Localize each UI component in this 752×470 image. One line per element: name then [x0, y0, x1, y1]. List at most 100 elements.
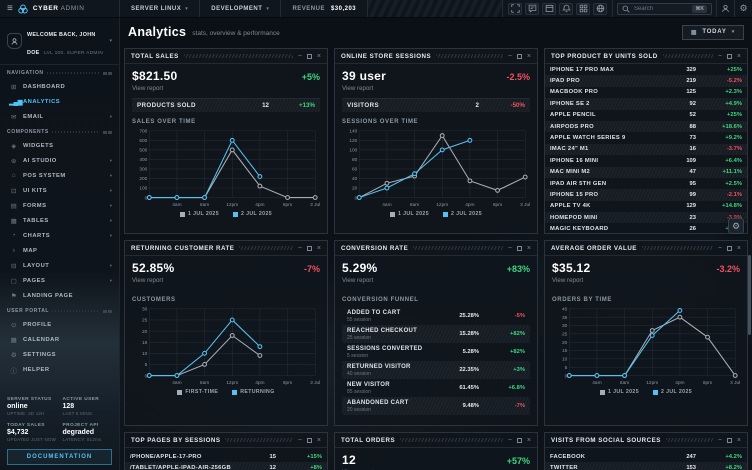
- close-icon[interactable]: ×: [737, 437, 741, 444]
- product-row[interactable]: MAC MINI M2 47 +11.1%: [545, 167, 747, 178]
- bell-icon[interactable]: [559, 3, 573, 15]
- social-row[interactable]: TWITTER 153 +8.2%: [545, 462, 747, 470]
- window-icon[interactable]: [542, 3, 556, 15]
- view-report-link[interactable]: View report: [132, 277, 163, 284]
- expand-icon[interactable]: [307, 54, 312, 59]
- search-icon: [622, 5, 630, 13]
- minimize-icon[interactable]: −: [298, 53, 302, 60]
- menu-server[interactable]: SERVER LINUX▾: [120, 0, 200, 17]
- product-row[interactable]: APPLE TV 4K 129 +14.8%: [545, 201, 747, 212]
- expand-icon[interactable]: [517, 54, 522, 59]
- fullscreen-icon[interactable]: [508, 3, 522, 15]
- sidebar-item[interactable]: ▢ PAGES ▾: [0, 273, 119, 288]
- svg-text:8am: 8am: [620, 380, 629, 386]
- minimize-icon[interactable]: −: [298, 437, 302, 444]
- sidebar-item[interactable]: ▦ TABLES ▾: [0, 213, 119, 228]
- close-icon[interactable]: ×: [527, 245, 531, 252]
- close-icon[interactable]: ×: [317, 53, 321, 60]
- product-row[interactable]: IPHONE 15 PRO 99 -2.1%: [545, 189, 747, 200]
- documentation-button[interactable]: DOCUMENTATION: [7, 449, 112, 465]
- product-row[interactable]: IPAD PRO 219 -5.2%: [545, 75, 747, 86]
- close-icon[interactable]: ×: [317, 437, 321, 444]
- sidebar-item[interactable]: ⊡ UI KITS ▾: [0, 183, 119, 198]
- expand-icon[interactable]: [727, 54, 732, 59]
- revenue-indicator[interactable]: REVENUE $30,203: [281, 0, 368, 17]
- item-label: PAGES: [23, 278, 105, 284]
- product-row[interactable]: IPHONE SE 2 92 +4.9%: [545, 98, 747, 109]
- search-input[interactable]: [634, 6, 688, 12]
- sidebar-item[interactable]: ⊞ DASHBOARD: [0, 79, 119, 94]
- product-row[interactable]: IPHONE 16 MINI 109 +6.4%: [545, 155, 747, 166]
- sidebar-item[interactable]: ⓘ HELPER: [0, 362, 119, 377]
- funnel-row[interactable]: ADDED TO CART55 session 25.28% -5%: [342, 307, 530, 325]
- settings-gear-icon[interactable]: ⚙: [734, 0, 752, 17]
- panel-total-sales: TOTAL SALES−× $821.50+5% View report PRO…: [124, 48, 328, 234]
- product-row[interactable]: HOMEPOD MINI 23 -3.9%: [545, 212, 747, 223]
- minimize-icon[interactable]: −: [718, 437, 722, 444]
- expand-icon[interactable]: [727, 438, 732, 443]
- item-label: POS SYSTEM: [23, 173, 105, 179]
- product-row[interactable]: AIRPODS PRO 88 +18.6%: [545, 121, 747, 132]
- minimize-icon[interactable]: −: [718, 53, 722, 60]
- close-icon[interactable]: ×: [527, 53, 531, 60]
- panel-online-store-sessions: ONLINE STORE SESSIONS−× 39 user-2.5% Vie…: [334, 48, 538, 234]
- sidebar-item[interactable]: ⌂ POS SYSTEM ▾: [0, 168, 119, 183]
- user-icon[interactable]: [716, 0, 734, 17]
- expand-icon[interactable]: [307, 438, 312, 443]
- sidebar-item[interactable]: ⚑ LANDING PAGE: [0, 288, 119, 303]
- minimize-icon[interactable]: −: [298, 245, 302, 252]
- social-row[interactable]: FACEBOOK 247 +4.2%: [545, 451, 747, 462]
- globe-icon[interactable]: [593, 3, 607, 15]
- product-row[interactable]: MACBOOK PRO 125 +2.3%: [545, 87, 747, 98]
- page-row[interactable]: /PHONE/APPLE-17-PRO 15 +15%: [125, 451, 327, 462]
- minimize-icon[interactable]: −: [718, 245, 722, 252]
- funnel-row[interactable]: RETURNED VISITOR40 session 22.35% +3%: [342, 361, 530, 379]
- sidebar-item[interactable]: ⊙ PROFILE: [0, 317, 119, 332]
- scrollbar-thumb[interactable]: [748, 255, 751, 335]
- funnel-row[interactable]: NEW VISITOR85 session 61.45% +6.8%: [342, 379, 530, 397]
- sidebar-item[interactable]: ◈ WIDGETS: [0, 138, 119, 153]
- minimize-icon[interactable]: −: [508, 437, 512, 444]
- chat-icon[interactable]: [525, 3, 539, 15]
- sidebar-item[interactable]: ⊟ LAYOUT ▾: [0, 258, 119, 273]
- sidebar-item[interactable]: ♁ MAP: [0, 243, 119, 258]
- menu-development[interactable]: DEVELOPMENT▾: [200, 0, 281, 17]
- sidebar-item[interactable]: ✉ EMAIL ▾: [0, 109, 119, 124]
- funnel-label: CONVERSION FUNNEL: [342, 297, 530, 303]
- expand-icon[interactable]: [517, 246, 522, 251]
- expand-icon[interactable]: [727, 246, 732, 251]
- view-report-link[interactable]: View report: [132, 85, 163, 92]
- minimize-icon[interactable]: −: [508, 53, 512, 60]
- expand-icon[interactable]: [517, 438, 522, 443]
- funnel-row[interactable]: ABANDONED CART20 session 9.48% -7%: [342, 397, 530, 415]
- page-row[interactable]: /TABLET/APPLE-IPAD-AIR-256GB 12 +8%: [125, 462, 327, 470]
- close-icon[interactable]: ×: [737, 245, 741, 252]
- product-row[interactable]: APPLE WATCH SERIES 9 73 +9.2%: [545, 132, 747, 143]
- funnel-row[interactable]: REACHED CHECKOUT25 session 15.28% +82%: [342, 325, 530, 343]
- view-report-link[interactable]: View report: [342, 85, 373, 92]
- view-report-link[interactable]: View report: [552, 277, 583, 284]
- close-icon[interactable]: ×: [317, 245, 321, 252]
- product-row[interactable]: MAGIC KEYBOARD 26 +7.5%: [545, 223, 747, 233]
- sidebar-item[interactable]: ◔ CHARTS ▾: [0, 228, 119, 243]
- close-icon[interactable]: ×: [527, 437, 531, 444]
- sidebar-item[interactable]: ▦ CALENDAR: [0, 332, 119, 347]
- sidebar-item[interactable]: ⚙ SETTINGS: [0, 347, 119, 362]
- close-icon[interactable]: ×: [737, 53, 741, 60]
- customizer-toggle-button[interactable]: ⚙: [728, 218, 744, 234]
- product-row[interactable]: IPHONE 17 PRO MAX 329 +25%: [545, 64, 747, 75]
- user-welcome[interactable]: WELCOME BACK, JOHN DOE LVL 100. SUPER AD…: [0, 18, 119, 65]
- sidebar-item[interactable]: ▤ FORMS ▾: [0, 198, 119, 213]
- expand-icon[interactable]: [307, 246, 312, 251]
- product-row[interactable]: IMAC 24" M1 16 -3.7%: [545, 144, 747, 155]
- date-range-button[interactable]: ▦ TODAY ▾: [682, 25, 744, 40]
- product-row[interactable]: APPLE PENCIL 52 +25%: [545, 110, 747, 121]
- hamburger-icon[interactable]: ≡: [7, 4, 13, 14]
- view-report-link[interactable]: View report: [342, 277, 373, 284]
- product-row[interactable]: IPAD AIR 5TH GEN 95 +2.5%: [545, 178, 747, 189]
- sidebar-item[interactable]: ⊛ AI STUDIO ▾: [0, 153, 119, 168]
- grid-icon[interactable]: [576, 3, 590, 15]
- funnel-row[interactable]: SESSIONS CONVERTED5 session 5.28% +82%: [342, 343, 530, 361]
- sidebar-item[interactable]: ▂▄▆ ANALYTICS: [0, 94, 119, 109]
- minimize-icon[interactable]: −: [508, 245, 512, 252]
